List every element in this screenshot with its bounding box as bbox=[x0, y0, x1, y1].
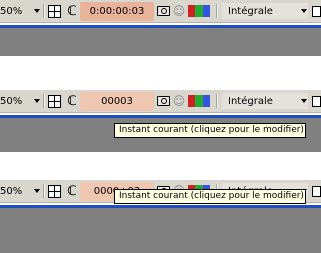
rgb-channels-icon[interactable] bbox=[188, 5, 210, 17]
zoom-menu[interactable]: 50% bbox=[0, 180, 32, 202]
view-options-icon[interactable] bbox=[312, 0, 321, 22]
chevron-down-icon[interactable] bbox=[300, 0, 308, 22]
grid-icon[interactable] bbox=[46, 0, 62, 22]
mask-icon[interactable]: ℂ bbox=[64, 0, 80, 22]
tooltip: Instant courant (cliquez pour le modifie… bbox=[114, 189, 306, 204]
comp-viewer-area bbox=[0, 28, 321, 56]
rgb-channels-icon[interactable] bbox=[188, 95, 210, 107]
mask-icon[interactable]: ℂ bbox=[64, 90, 80, 112]
camera-icon[interactable] bbox=[156, 0, 170, 22]
chevron-down-icon[interactable] bbox=[33, 90, 41, 112]
chevron-down-icon[interactable] bbox=[33, 0, 41, 22]
view-options-icon[interactable] bbox=[312, 180, 321, 202]
grid-icon[interactable] bbox=[46, 90, 62, 112]
person-icon[interactable]: ☺ bbox=[172, 0, 186, 22]
chevron-down-icon[interactable] bbox=[300, 90, 308, 112]
viewer-toolbar-panel-1: 50% ℂ 0:00:00:03 ☺ Intégrale bbox=[0, 0, 321, 56]
person-icon[interactable]: ☺ bbox=[172, 90, 186, 112]
current-time-display[interactable]: 00003 bbox=[80, 92, 154, 111]
quality-menu[interactable]: Intégrale bbox=[222, 93, 308, 109]
quality-menu[interactable]: Intégrale bbox=[222, 3, 308, 19]
comp-toolbar: 50% ℂ 00003 ☺ Intégrale bbox=[0, 90, 321, 113]
viewer-toolbar-panel-3: 50% ℂ 0000+03 ☺ Intégrale Instant couran… bbox=[0, 180, 321, 253]
view-options-icon[interactable] bbox=[312, 90, 321, 112]
zoom-menu[interactable]: 50% bbox=[0, 0, 32, 22]
camera-icon[interactable] bbox=[156, 90, 170, 112]
grid-icon[interactable] bbox=[46, 180, 62, 202]
viewer-toolbar-panel-2: 50% ℂ 00003 ☺ Intégrale Instant courant … bbox=[0, 90, 321, 152]
tooltip: Instant courant (cliquez pour le modifie… bbox=[114, 123, 306, 138]
mask-icon[interactable]: ℂ bbox=[64, 180, 80, 202]
comp-toolbar: 50% ℂ 0:00:00:03 ☺ Intégrale bbox=[0, 0, 321, 23]
comp-viewer-area bbox=[0, 208, 321, 253]
current-time-display[interactable]: 0:00:00:03 bbox=[80, 2, 154, 21]
chevron-down-icon[interactable] bbox=[33, 180, 41, 202]
zoom-menu[interactable]: 50% bbox=[0, 90, 32, 112]
